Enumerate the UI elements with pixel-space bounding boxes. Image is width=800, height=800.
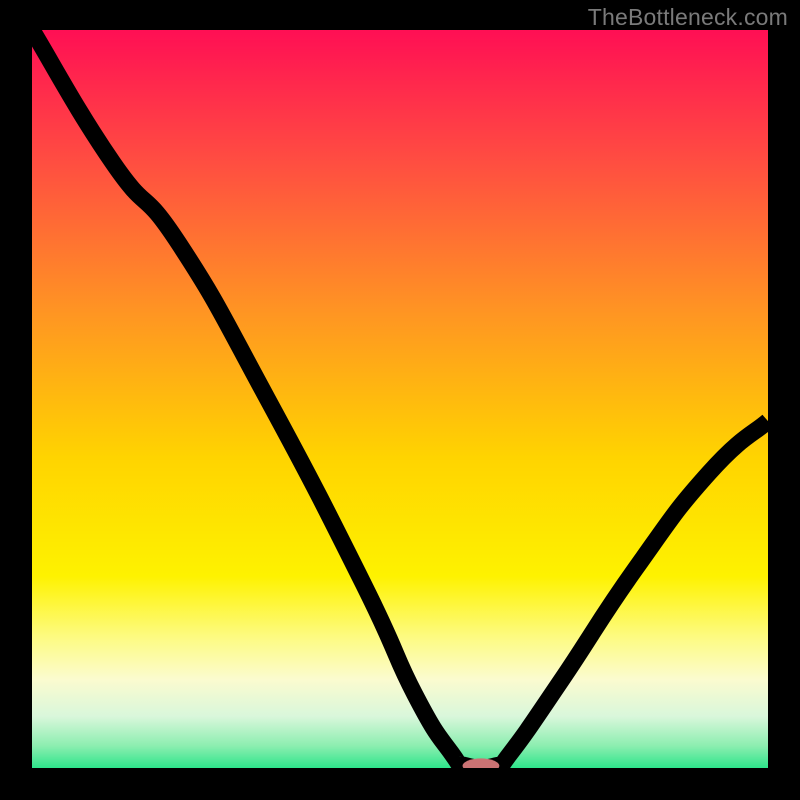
- chart-frame: TheBottleneck.com: [0, 0, 800, 800]
- chart-svg: [32, 30, 768, 768]
- watermark-label: TheBottleneck.com: [588, 4, 788, 31]
- plot-area: [32, 30, 768, 768]
